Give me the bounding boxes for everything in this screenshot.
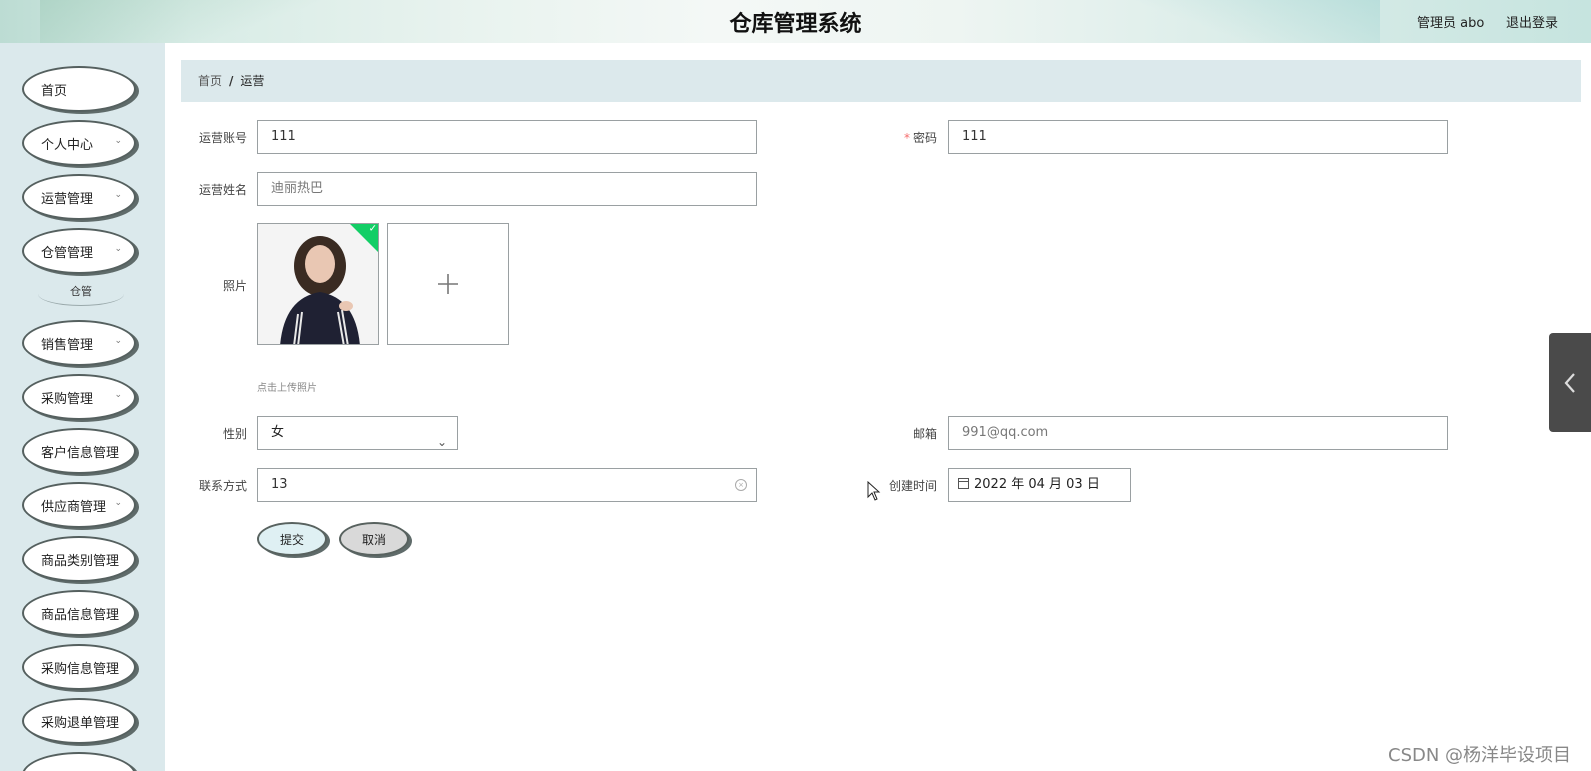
chevron-down-icon: ⌄ — [114, 390, 122, 400]
chevron-down-icon: ⌄ — [114, 136, 122, 146]
calendar-icon — [958, 478, 969, 489]
top-header: 仓库管理系统 管理员 abo 退出登录 — [0, 0, 1591, 43]
password-label-text: 密码 — [912, 131, 937, 145]
account-label: 运营账号 — [198, 131, 247, 145]
sidebar-item-more[interactable] — [22, 752, 136, 771]
sidebar-subitem-warehouse-keeper[interactable]: 仓管 — [38, 282, 124, 306]
sidebar-item-label: 采购管理 — [41, 391, 94, 407]
sidebar-item-label: 采购信息管理 — [41, 661, 120, 677]
sidebar-item-label: 采购退单管理 — [41, 715, 120, 731]
side-panel-toggle[interactable] — [1549, 333, 1591, 432]
gender-value: 女 — [271, 425, 285, 440]
name-label: 运营姓名 — [198, 183, 247, 197]
logout-link[interactable]: 退出登录 — [1506, 12, 1558, 31]
breadcrumb-separator: / — [229, 74, 234, 88]
created-time-value: 2022 年 04 月 03 日 — [974, 477, 1100, 492]
breadcrumb-home[interactable]: 首页 — [198, 74, 222, 88]
upload-photo-button[interactable] — [387, 223, 509, 345]
email-label: 邮箱 — [912, 427, 937, 441]
sidebar-item-label: 商品信息管理 — [41, 607, 120, 623]
chevron-down-icon: ⌄ — [114, 244, 122, 254]
current-user: 管理员 abo — [1417, 16, 1485, 31]
uploaded-photo[interactable]: ✓ — [257, 223, 379, 345]
created-time-picker[interactable]: 2022 年 04 月 03 日 — [948, 468, 1131, 502]
sidebar-item-label: 商品类别管理 — [41, 553, 120, 569]
chevron-left-icon — [1564, 372, 1575, 393]
sidebar-item-product-categories[interactable]: 商品类别管理 — [22, 536, 136, 582]
phone-input[interactable]: 13 × — [257, 468, 757, 502]
phone-value: 13 — [271, 477, 288, 492]
sidebar-item-label: 仓管管理 — [41, 245, 94, 261]
created-time-label: 创建时间 — [888, 479, 937, 493]
sidebar-item-purchase-returns[interactable]: 采购退单管理 — [22, 698, 136, 744]
sidebar-item-sales[interactable]: 销售管理 ⌄ — [22, 320, 136, 366]
password-label: * 密码 — [847, 129, 937, 146]
sidebar-item-label: 个人中心 — [41, 137, 94, 153]
gender-select[interactable]: 女 ⌄ — [257, 416, 458, 450]
required-mark: * — [903, 131, 910, 145]
clear-icon[interactable]: × — [735, 479, 747, 491]
app-title: 仓库管理系统 — [729, 12, 862, 37]
sidebar-item-home[interactable]: 首页 — [22, 66, 136, 112]
sidebar-item-suppliers[interactable]: 供应商管理 ⌄ — [22, 482, 136, 528]
sidebar-item-purchasing[interactable]: 采购管理 ⌄ — [22, 374, 136, 420]
mouse-cursor-icon — [867, 481, 881, 501]
chevron-down-icon: ⌄ — [114, 336, 122, 346]
phone-label: 联系方式 — [198, 479, 247, 493]
sidebar-item-label: 客户信息管理 — [41, 445, 120, 461]
submit-button[interactable]: 提交 — [257, 522, 327, 556]
chevron-down-icon: ⌄ — [436, 435, 447, 449]
cancel-button[interactable]: 取消 — [339, 522, 409, 556]
sidebar-item-customers[interactable]: 客户信息管理 — [22, 428, 136, 474]
sidebar-item-profile[interactable]: 个人中心 ⌄ — [22, 120, 136, 166]
email-input[interactable]: 991@qq.com — [948, 416, 1448, 450]
gender-label: 性别 — [222, 427, 247, 441]
sidebar-item-purchase-info[interactable]: 采购信息管理 — [22, 644, 136, 690]
sidebar-item-label: 供应商管理 — [41, 499, 107, 515]
account-input[interactable]: 111 — [257, 120, 757, 154]
photo-label: 照片 — [222, 279, 247, 293]
watermark: CSDN @杨洋毕设项目 — [1388, 745, 1572, 766]
sidebar-item-label: 首页 — [41, 83, 68, 99]
sidebar-item-operations[interactable]: 运营管理 ⌄ — [22, 174, 136, 220]
breadcrumb-current: 运营 — [240, 74, 265, 88]
breadcrumb: 首页 / 运营 — [181, 60, 1581, 102]
password-input[interactable]: 111 — [948, 120, 1448, 154]
photo-thumbnail — [258, 224, 378, 344]
sidebar: 首页 个人中心 ⌄ 运营管理 ⌄ 仓管管理 ⌄ 仓管 销售管理 ⌄ 采购管理 ⌄… — [0, 43, 165, 771]
sidebar-item-label: 运营管理 — [41, 191, 94, 207]
sidebar-item-warehouse-keepers[interactable]: 仓管管理 ⌄ — [22, 228, 136, 274]
sidebar-item-products[interactable]: 商品信息管理 — [22, 590, 136, 636]
chevron-down-icon: ⌄ — [114, 190, 122, 200]
plus-icon — [438, 274, 458, 294]
check-icon: ✓ — [368, 223, 377, 235]
name-input[interactable]: 迪丽热巴 — [257, 172, 757, 206]
chevron-down-icon: ⌄ — [114, 498, 122, 508]
sidebar-item-label: 销售管理 — [41, 337, 94, 353]
upload-tip: 点击上传照片 — [257, 383, 317, 394]
